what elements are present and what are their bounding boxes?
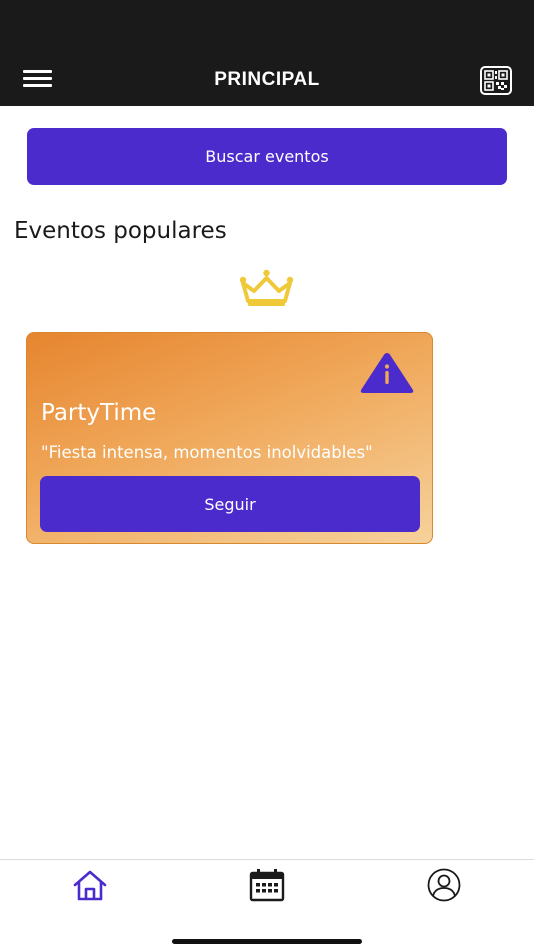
home-indicator <box>172 939 362 944</box>
calendar-icon[interactable] <box>247 868 287 902</box>
top-app-bar: PRINCIPAL <box>0 0 534 106</box>
qr-code-icon[interactable] <box>480 66 512 95</box>
search-events-button[interactable]: Buscar eventos <box>27 128 507 185</box>
bottom-tab-bar <box>0 859 534 950</box>
profile-icon[interactable] <box>424 868 464 902</box>
event-description: "Fiesta intensa, momentos inolvidables" <box>41 443 373 462</box>
warning-icon[interactable] <box>358 350 416 395</box>
page-title: PRINCIPAL <box>214 69 320 90</box>
home-icon[interactable] <box>70 868 110 902</box>
event-card[interactable]: PartyTime "Fiesta intensa, momentos inol… <box>26 332 433 544</box>
popular-events-heading: Eventos populares <box>14 218 227 244</box>
event-name: PartyTime <box>41 400 157 426</box>
crown-icon <box>239 269 294 306</box>
follow-button[interactable]: Seguir <box>40 476 420 532</box>
